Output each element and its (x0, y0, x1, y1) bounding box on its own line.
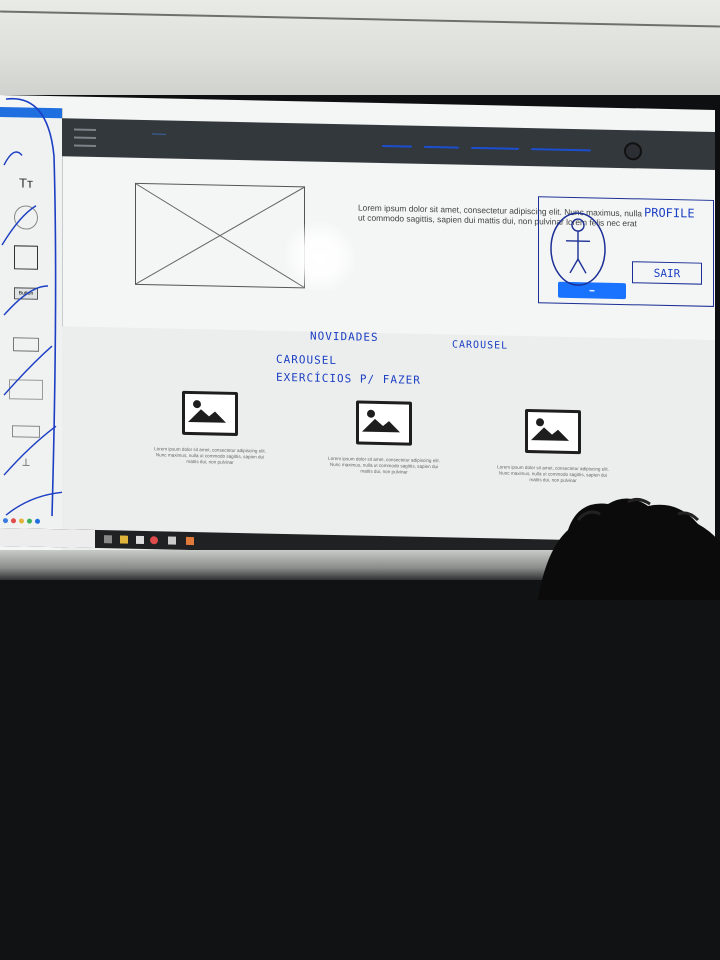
nav-item-1[interactable] (382, 145, 412, 148)
nav-item-3[interactable] (471, 146, 519, 150)
annotation-carousel-left: CAROUSEL (276, 352, 337, 368)
content-card[interactable]: Lorem ipsum dolor sit amet, consectetur … (145, 390, 275, 467)
annotation-carousel-right: CAROUSEL (452, 339, 509, 352)
nav-item-2[interactable] (424, 145, 459, 149)
task-view-icon[interactable] (104, 535, 112, 544)
content-card[interactable]: Lorem ipsum dolor sit amet, consectetur … (319, 400, 449, 477)
screen-glare (280, 220, 360, 293)
content-card[interactable]: Lorem ipsum dolor sit amet, consectetur … (488, 408, 618, 485)
image-placeholder-icon (525, 408, 581, 455)
card-text: Lorem ipsum dolor sit amet, consectetur … (154, 446, 266, 465)
nav-item-4[interactable] (531, 148, 591, 152)
person-head-silhouette (538, 497, 720, 600)
logout-button[interactable]: SAIR (632, 261, 702, 285)
annotation-novidades: NOVIDADES (310, 329, 379, 344)
avatar-icon[interactable] (624, 142, 642, 161)
image-placeholder-icon (182, 390, 238, 436)
hero-image-placeholder (135, 182, 305, 289)
taskbar-search[interactable] (0, 528, 95, 548)
desk-background (0, 580, 720, 960)
app-icon[interactable] (136, 535, 144, 545)
image-placeholder-icon (356, 400, 412, 446)
profile-label: PROFILE (644, 205, 695, 221)
hamburger-icon[interactable] (74, 128, 96, 148)
app-icon-2[interactable] (168, 536, 176, 545)
app-icon-3[interactable] (186, 536, 194, 546)
card-text: Lorem ipsum dolor sit amet, consectetur … (497, 464, 609, 484)
header-link[interactable]: ▔▔▔ (152, 134, 166, 141)
chrome-icon[interactable] (150, 536, 158, 545)
stick-figure-icon (550, 212, 606, 286)
nav-menu (382, 145, 591, 152)
image-placeholder-icon (136, 183, 304, 288)
palette-scribble (1, 97, 63, 517)
app-header: ▔▔▔ (62, 118, 715, 170)
file-explorer-icon[interactable] (120, 535, 128, 544)
card-text: Lorem ipsum dolor sit amet, consectetur … (328, 455, 440, 475)
